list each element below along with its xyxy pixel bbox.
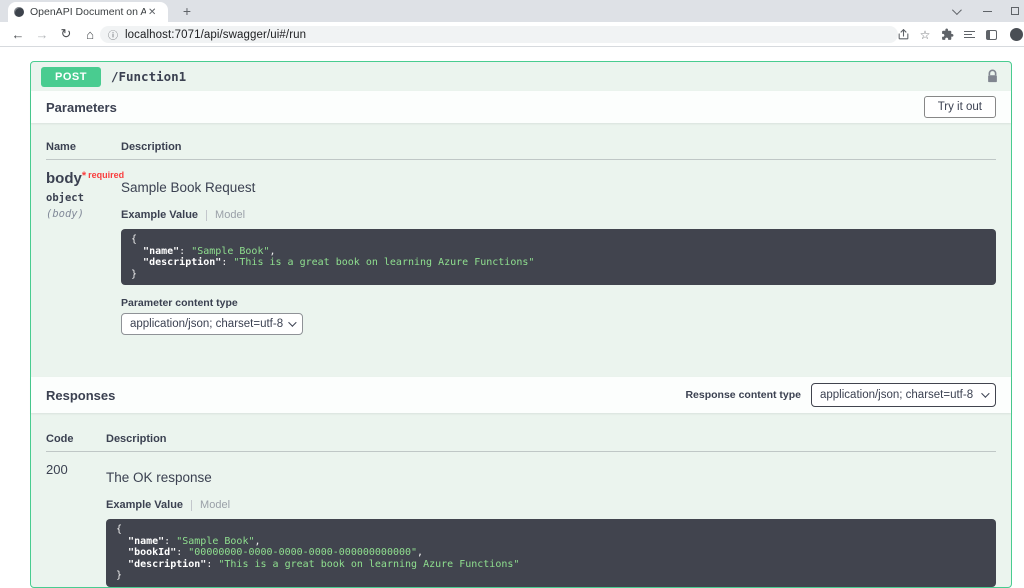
- tab-close-icon[interactable]: ✕: [148, 7, 156, 18]
- swagger-page: POST /Function1 Parameters Try it out Na…: [0, 47, 1024, 571]
- chevron-down-icon: [981, 389, 989, 397]
- new-tab-button[interactable]: +: [178, 3, 196, 21]
- page-favicon-icon: [14, 7, 24, 17]
- parameters-table-header: Name Description: [46, 141, 996, 160]
- col-header-description: Description: [106, 433, 167, 445]
- try-it-out-button[interactable]: Try it out: [924, 96, 996, 118]
- example-model-tabs: Example Value Model: [121, 209, 996, 221]
- side-panel-icon[interactable]: [980, 30, 1002, 40]
- bookmark-star-icon[interactable]: ☆: [914, 28, 936, 42]
- window-maximize-button[interactable]: [1002, 0, 1024, 22]
- response-example-code: { "name": "Sample Book", "bookId": "0000…: [106, 519, 996, 587]
- param-description: Sample Book Request: [121, 180, 996, 195]
- parameters-title: Parameters: [46, 100, 117, 115]
- forward-icon[interactable]: →: [30, 27, 54, 42]
- address-bar[interactable]: ⓘ localhost:7071/api/swagger/ui#/run: [100, 26, 898, 43]
- response-description: The OK response: [106, 470, 996, 485]
- tab-separator: [206, 210, 207, 221]
- response-code: 200: [46, 462, 106, 587]
- responses-title: Responses: [46, 388, 115, 403]
- response-content-type-label: Response content type: [685, 389, 801, 401]
- chevron-down-icon: [288, 318, 296, 326]
- tab-model[interactable]: Model: [200, 499, 230, 511]
- reading-list-icon[interactable]: [958, 29, 980, 40]
- browser-tab[interactable]: OpenAPI Document on Azure Fu ✕: [8, 2, 168, 22]
- responses-body: Code Description 200 The OK response Exa…: [31, 413, 1011, 587]
- responses-section-header: Responses Response content type applicat…: [31, 377, 1011, 413]
- parameter-content-type-value: application/json; charset=utf-8: [130, 318, 283, 330]
- param-name: body*required: [46, 170, 121, 187]
- parameters-section-header: Parameters Try it out: [31, 91, 1011, 123]
- tab-example-value[interactable]: Example Value: [121, 209, 198, 221]
- tab-example-value[interactable]: Example Value: [106, 499, 183, 511]
- profile-avatar[interactable]: [1002, 28, 1024, 41]
- site-info-icon[interactable]: ⓘ: [108, 27, 118, 42]
- col-header-code: Code: [46, 433, 106, 445]
- col-header-description: Description: [121, 141, 182, 153]
- example-model-tabs: Example Value Model: [106, 499, 996, 511]
- url-text[interactable]: localhost:7071/api/swagger/ui#/run: [125, 29, 306, 41]
- response-row: 200 The OK response Example Value Model …: [46, 452, 996, 587]
- response-content-type-select[interactable]: application/json; charset=utf-8: [811, 383, 996, 407]
- window-menu-chevron-icon[interactable]: [942, 0, 968, 22]
- response-content-type-value: application/json; charset=utf-8: [820, 389, 973, 401]
- tab-model[interactable]: Model: [215, 209, 245, 221]
- col-header-name: Name: [46, 141, 121, 153]
- tab-title: OpenAPI Document on Azure Fu: [30, 6, 146, 18]
- browser-tab-strip: OpenAPI Document on Azure Fu ✕ +: [0, 0, 1024, 22]
- window-minimize-button[interactable]: [974, 0, 1000, 22]
- required-label: required: [88, 170, 124, 180]
- extensions-puzzle-icon[interactable]: [936, 28, 958, 41]
- parameters-body: Name Description body*required object (b…: [31, 123, 1011, 377]
- authorization-lock-icon[interactable]: [986, 69, 999, 84]
- share-icon[interactable]: [892, 28, 914, 41]
- parameter-row: body*required object (body) Sample Book …: [46, 160, 996, 335]
- tab-separator: [191, 500, 192, 511]
- endpoint-path: /Function1: [111, 69, 186, 84]
- param-location: (body): [46, 208, 121, 220]
- opblock-post-function1: POST /Function1 Parameters Try it out Na…: [30, 61, 1012, 588]
- required-star: *: [82, 170, 86, 182]
- request-example-code: { "name": "Sample Book", "description": …: [121, 229, 996, 285]
- parameter-content-type-label: Parameter content type: [121, 297, 996, 309]
- parameter-content-type-select[interactable]: application/json; charset=utf-8: [121, 313, 303, 335]
- responses-table-header: Code Description: [46, 433, 996, 452]
- param-type: object: [46, 192, 121, 204]
- home-icon[interactable]: ⌂: [78, 27, 102, 42]
- back-icon[interactable]: ←: [6, 27, 30, 42]
- opblock-summary[interactable]: POST /Function1: [31, 62, 1011, 91]
- http-method-badge: POST: [41, 67, 101, 87]
- reload-icon[interactable]: ↻: [54, 26, 78, 42]
